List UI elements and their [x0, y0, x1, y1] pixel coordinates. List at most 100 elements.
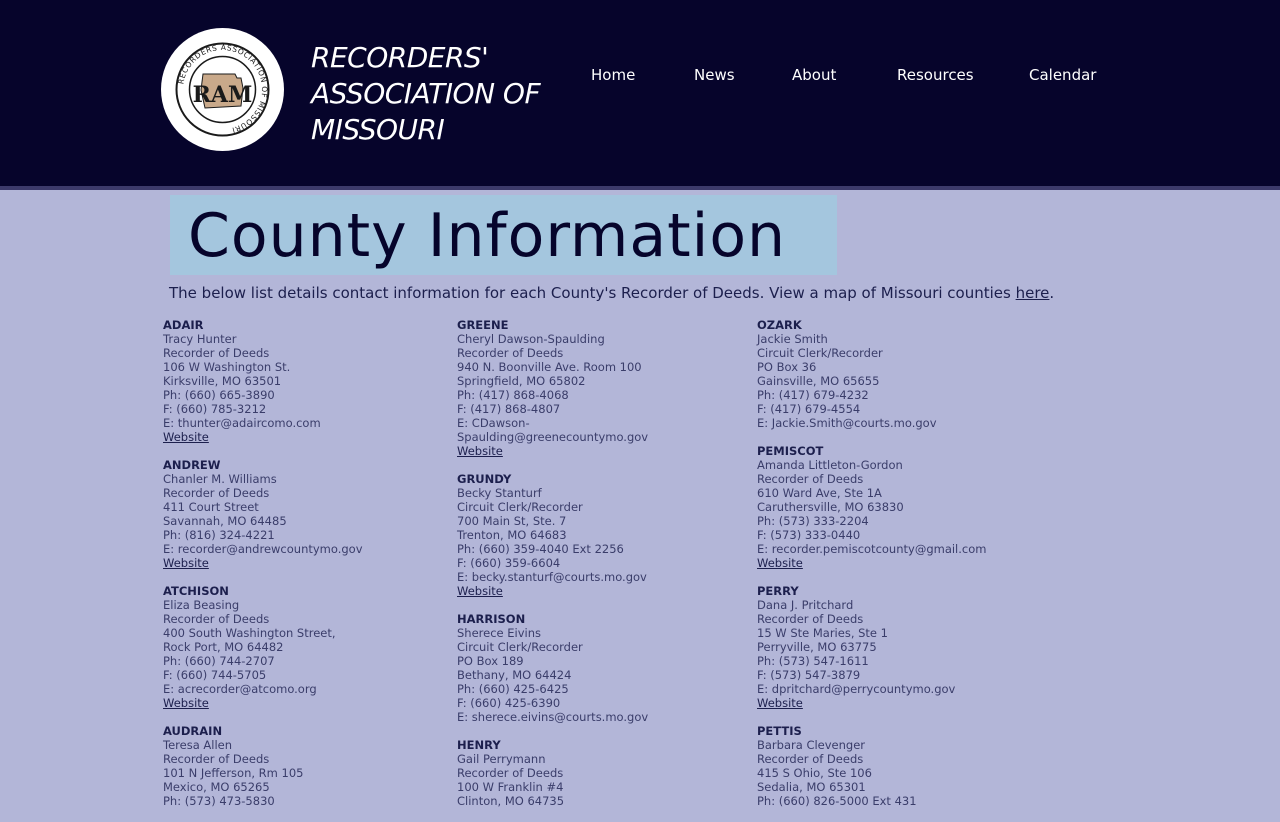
county-detail: Sedalia, MO 65301: [757, 780, 866, 794]
county-website-link[interactable]: Website: [163, 696, 209, 710]
county-entry: ATCHISON Eliza Beasing Recorder of Deeds 40…: [163, 584, 463, 710]
county-entry: GRUNDY Becky Stanturf Circuit Clerk/Record…: [457, 472, 757, 598]
county-detail: Ph: (573) 473-5830: [163, 794, 275, 808]
county-detail: Ph: (573) 333-2204: [757, 514, 869, 528]
county-detail: E: becky.stanturf@courts.mo.gov: [457, 570, 647, 584]
county-entry: GREENE Cheryl Dawson-Spaulding Recorder of…: [457, 318, 757, 458]
county-detail: E: dpritchard@perrycountymo.gov: [757, 682, 956, 696]
county-detail: E: acrecorder@atcomo.org: [163, 682, 317, 696]
county-name: PETTIS: [757, 724, 802, 738]
county-website: Website: [163, 556, 463, 570]
county-detail: PO Box 189: [457, 654, 524, 668]
county-entry: HENRY Gail Perrymann Recorder of Deeds 100 …: [457, 738, 757, 808]
county-detail: Dana J. Pritchard: [757, 598, 854, 612]
county-detail: Ph: (816) 324-4221: [163, 528, 275, 542]
county-detail: Ph: (660) 425-6425: [457, 682, 569, 696]
county-detail: Clinton, MO 64735: [457, 794, 565, 808]
county-name: ADAIR: [163, 318, 204, 332]
county-name: ATCHISON: [163, 584, 229, 598]
site-title[interactable]: RECORDERS' ASSOCIATION OF MISSOURI: [311, 40, 571, 148]
county-detail: E: recorder@andrewcountymo.gov: [163, 542, 363, 556]
county-detail: 101 N Jefferson, Rm 105: [163, 766, 304, 780]
county-entry: PERRY Dana J. Pritchard Recorder of Deeds 1…: [757, 584, 1057, 710]
county-entry: ANDREW Chanler M. Williams Recorder of Dee…: [163, 458, 463, 570]
intro-body: The below list details contact informati…: [169, 284, 1016, 302]
county-name: GRUNDY: [457, 472, 512, 486]
site-title-line-1: RECORDERS': [311, 41, 489, 74]
county-entry: ADAIR Tracy Hunter Recorder of Deeds 106 W …: [163, 318, 463, 444]
county-detail: 400 South Washington Street,: [163, 626, 336, 640]
county-website: Website: [757, 696, 1057, 710]
county-detail: Teresa Allen: [163, 738, 233, 752]
county-detail: Circuit Clerk/Recorder: [457, 640, 583, 654]
county-detail: E: Jackie.Smith@courts.mo.gov: [757, 416, 937, 430]
county-detail: Recorder of Deeds: [757, 612, 864, 626]
county-detail: F: (660) 359-6604: [457, 556, 561, 570]
county-website-link[interactable]: Website: [163, 556, 209, 570]
county-detail: F: (660) 425-6390: [457, 696, 561, 710]
county-detail: Ph: (660) 744-2707: [163, 654, 275, 668]
county-detail: Recorder of Deeds: [457, 346, 564, 360]
county-detail: Recorder of Deeds: [757, 752, 864, 766]
county-entry: PETTIS Barbara Clevenger Recorder of Deeds…: [757, 724, 1057, 808]
county-detail: Recorder of Deeds: [163, 752, 270, 766]
county-entry: HARRISON Sherece Eivins Circuit Clerk/Reco…: [457, 612, 757, 724]
county-detail: E: recorder.pemiscotcounty@gmail.com: [757, 542, 987, 556]
county-detail: Ph: (417) 679-4232: [757, 388, 869, 402]
ram-logo[interactable]: RECORDERS ASSOCIATION OF MISSOURI RAM: [161, 28, 284, 151]
county-detail: Amanda Littleton-Gordon: [757, 458, 903, 472]
county-detail: Ph: (660) 826-5000 Ext 431: [757, 794, 917, 808]
county-website-link[interactable]: Website: [457, 444, 503, 458]
county-detail: Gainsville, MO 65655: [757, 374, 880, 388]
county-name: GREENE: [457, 318, 509, 332]
county-detail: Recorder of Deeds: [163, 346, 270, 360]
county-detail: Recorder of Deeds: [163, 486, 270, 500]
county-name: HENRY: [457, 738, 501, 752]
county-detail: PO Box 36: [757, 360, 817, 374]
nav-home[interactable]: Home: [591, 66, 635, 84]
nav-news[interactable]: News: [694, 66, 735, 84]
county-detail: Cheryl Dawson-Spaulding: [457, 332, 605, 346]
county-detail: F: (417) 679-4554: [757, 402, 861, 416]
county-detail: F: (660) 785-3212: [163, 402, 267, 416]
county-detail: Barbara Clevenger: [757, 738, 866, 752]
county-detail: Gail Perrymann: [457, 752, 546, 766]
county-detail: Caruthersville, MO 63830: [757, 500, 904, 514]
county-website-link[interactable]: Website: [457, 584, 503, 598]
intro-text: The below list details contact informati…: [169, 283, 1069, 303]
county-detail: Ph: (573) 547-1611: [757, 654, 869, 668]
map-link[interactable]: here: [1016, 284, 1050, 302]
county-column-1: ADAIR Tracy Hunter Recorder of Deeds 106 W …: [163, 318, 463, 822]
county-detail: Circuit Clerk/Recorder: [757, 346, 883, 360]
nav-resources[interactable]: Resources: [897, 66, 974, 84]
county-detail: Kirksville, MO 63501: [163, 374, 282, 388]
county-name: HARRISON: [457, 612, 526, 626]
county-name: ANDREW: [163, 458, 221, 472]
county-website: Website: [457, 444, 757, 458]
county-detail: Chanler M. Williams: [163, 472, 277, 486]
county-website-link[interactable]: Website: [163, 430, 209, 444]
county-detail: Becky Stanturf: [457, 486, 542, 500]
logo-letters: RAM: [193, 82, 253, 108]
county-website-link[interactable]: Website: [757, 696, 803, 710]
intro-end: .: [1049, 284, 1055, 302]
county-detail: Bethany, MO 64424: [457, 668, 572, 682]
nav-calendar[interactable]: Calendar: [1029, 66, 1096, 84]
site-title-line-3: MISSOURI: [311, 113, 445, 146]
nav-about[interactable]: About: [792, 66, 836, 84]
county-detail: 415 S Ohio, Ste 106: [757, 766, 872, 780]
county-detail: Recorder of Deeds: [757, 472, 864, 486]
county-detail: 610 Ward Ave, Ste 1A: [757, 486, 882, 500]
county-detail: Ph: (417) 868-4068: [457, 388, 569, 402]
county-detail: E: thunter@adaircomo.com: [163, 416, 321, 430]
county-name: PEMISCOT: [757, 444, 824, 458]
county-detail: Ph: (660) 359-4040 Ext 2256: [457, 542, 624, 556]
county-detail: Savannah, MO 64485: [163, 514, 287, 528]
county-detail: 100 W Franklin #4: [457, 780, 564, 794]
page-title-box: County Information: [170, 195, 837, 275]
county-entry: PEMISCOT Amanda Littleton-Gordon Recorder …: [757, 444, 1057, 570]
county-website-link[interactable]: Website: [757, 556, 803, 570]
county-detail: E: CDawson-: [457, 416, 530, 430]
county-detail: 411 Court Street: [163, 500, 259, 514]
county-detail: F: (573) 333-0440: [757, 528, 861, 542]
